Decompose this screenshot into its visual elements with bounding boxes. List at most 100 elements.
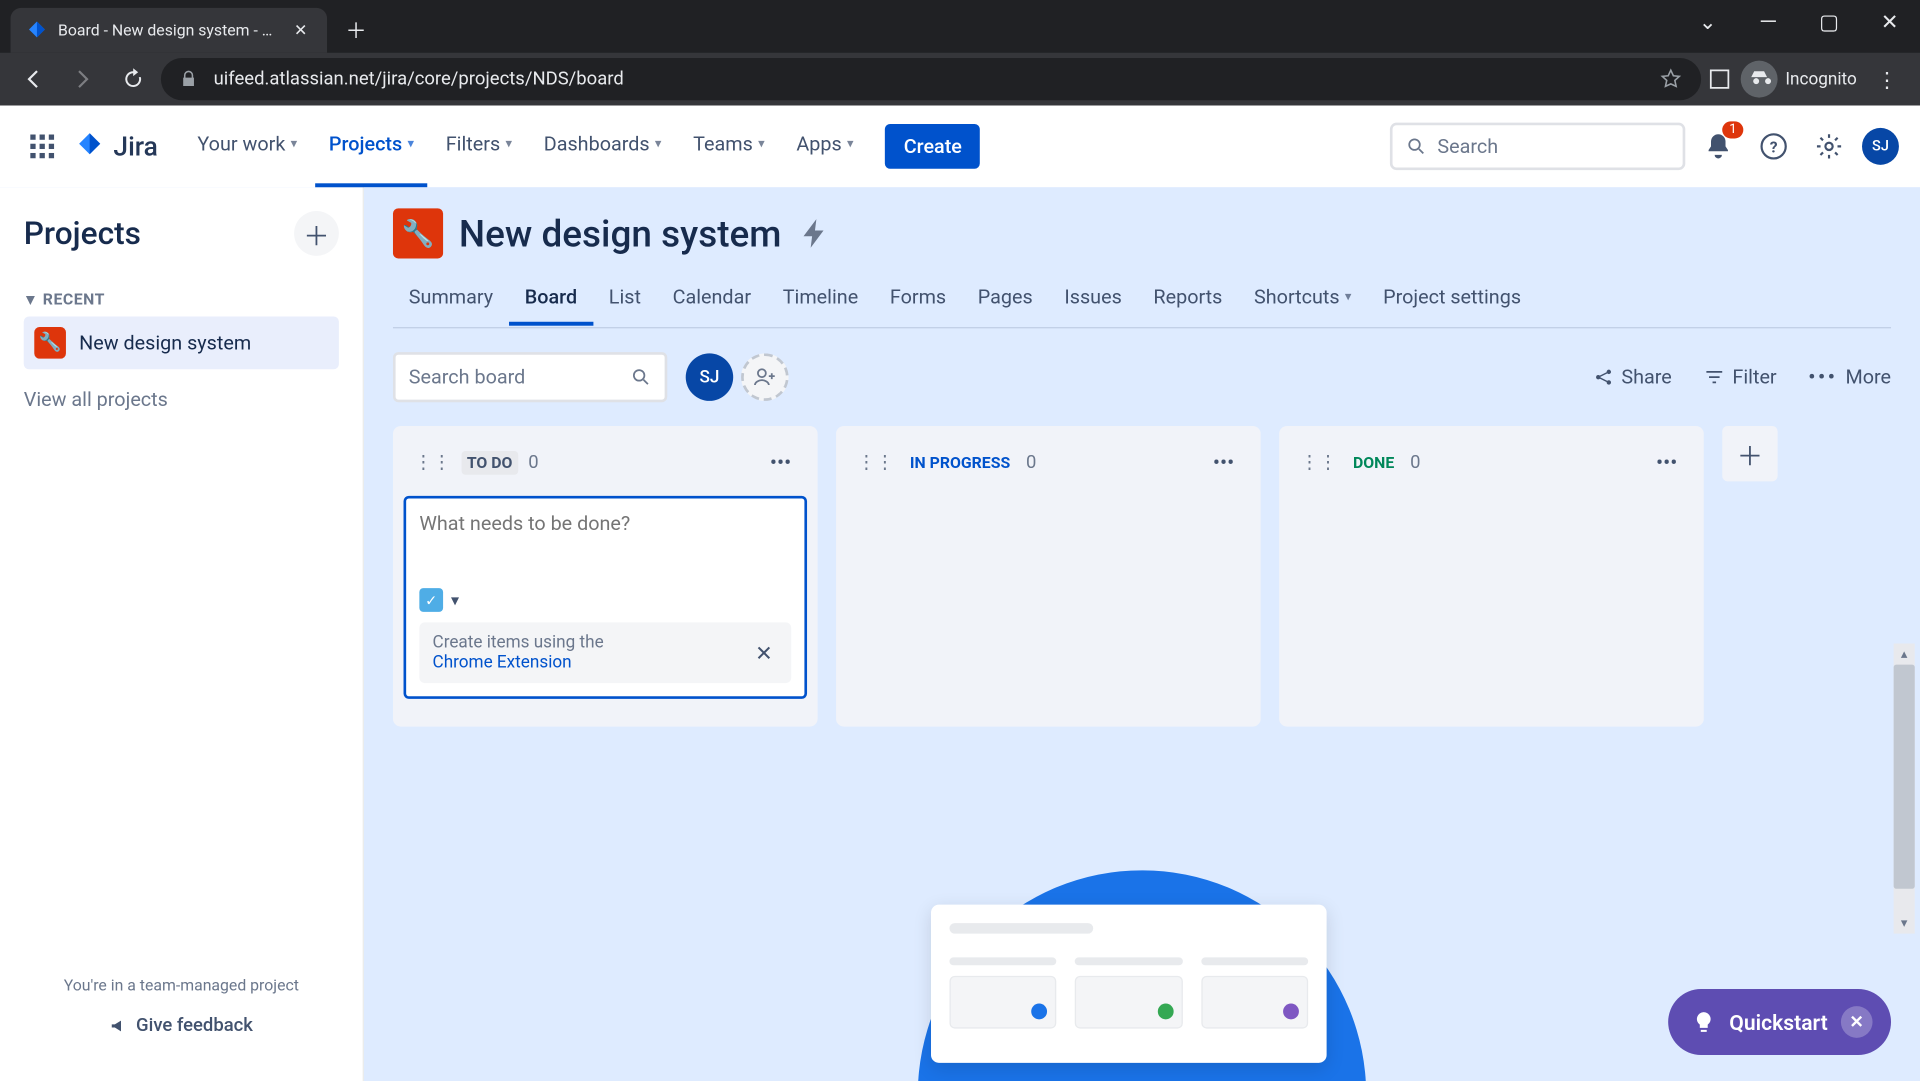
add-person-icon [753,365,777,389]
search-icon [1406,135,1427,156]
column-count: 0 [1026,452,1036,473]
automation-icon[interactable] [797,216,831,250]
project-title: New design system [459,212,782,256]
sidebar-project-name: New design system [79,331,251,355]
help-button[interactable]: ? [1751,123,1796,168]
search-icon [630,367,651,388]
megaphone-icon [110,1017,128,1035]
nav-dashboards[interactable]: Dashboards▾ [531,105,675,186]
tab-summary[interactable]: Summary [393,272,509,326]
jira-logo-icon [74,130,106,162]
search-board-placeholder: Search board [409,365,525,389]
tab-shortcuts[interactable]: Shortcuts ▾ [1238,272,1367,326]
nav-teams[interactable]: Teams▾ [680,105,778,186]
url-text: uifeed.atlassian.net/jira/core/projects/… [214,69,1643,90]
minimize-button[interactable]: ─ [1738,0,1799,42]
incognito-label: Incognito [1785,69,1856,89]
column-in-progress: ⋮⋮ IN PROGRESS 0 ••• [836,426,1261,727]
incognito-icon [1741,61,1778,98]
column-more-icon[interactable]: ••• [765,444,797,480]
profile-avatar[interactable]: SJ [1862,127,1899,164]
chrome-extension-hint: Create items using theChrome Extension✕ [419,622,791,683]
create-button[interactable]: Create [885,123,980,168]
tab-list[interactable]: List [593,272,657,326]
column-to-do: ⋮⋮TO DO0•••✓▾Create items using theChrom… [393,426,818,727]
card-summary-input[interactable] [419,512,791,575]
tab-search-icon[interactable]: ⌄ [1677,0,1738,42]
forward-button[interactable] [61,57,106,102]
create-project-button[interactable]: ＋ [294,211,339,256]
quickstart-button[interactable]: Quickstart ✕ [1669,989,1891,1055]
hint-close-icon[interactable]: ✕ [750,635,778,671]
bookmark-star-icon[interactable] [1659,67,1683,91]
tab-project-settings[interactable]: Project settings [1367,272,1537,326]
help-icon: ? [1759,131,1788,160]
column-more-icon[interactable]: ••• [1208,444,1240,480]
browser-menu-icon[interactable]: ⋮ [1865,57,1910,102]
close-window-button[interactable]: ✕ [1859,0,1920,42]
nav-apps[interactable]: Apps▾ [783,105,867,186]
more-icon: ••• [1808,365,1837,389]
address-bar[interactable]: uifeed.atlassian.net/jira/core/projects/… [161,58,1701,100]
tab-pages[interactable]: Pages [962,272,1049,326]
nav-your-work[interactable]: Your work▾ [184,105,310,186]
tab-timeline[interactable]: Timeline [767,272,874,326]
maximize-button[interactable]: ▢ [1799,0,1860,42]
quickstart-close-icon[interactable]: ✕ [1841,1006,1873,1038]
nav-projects[interactable]: Projects▾ [316,105,428,186]
global-search[interactable]: Search [1390,122,1685,169]
browser-tab[interactable]: Board - New design system - Jira ✕ [11,8,327,53]
assignee-avatar[interactable]: SJ [686,353,733,400]
sidebar-project-item[interactable]: 🔧 New design system [24,316,339,369]
notifications-button[interactable]: 1 [1696,123,1741,168]
incognito-indicator[interactable]: Incognito [1741,61,1857,98]
tab-forms[interactable]: Forms [874,272,962,326]
quickstart-label: Quickstart [1729,1009,1827,1034]
issue-type-icon[interactable]: ✓ [419,588,443,612]
sidebar-group-recent[interactable]: ▾RECENT [24,282,339,316]
tab-calendar[interactable]: Calendar [657,272,767,326]
app-switcher-button[interactable] [21,125,63,167]
browser-tab-bar: Board - New design system - Jira ✕ ＋ [0,0,1920,53]
chrome-extension-link[interactable]: Chrome Extension [433,653,572,673]
drag-handle-icon[interactable]: ⋮⋮ [857,452,894,473]
create-card[interactable]: ✓▾Create items using theChrome Extension… [404,496,808,699]
chevron-down-icon[interactable]: ▾ [451,591,459,609]
new-tab-button[interactable]: ＋ [338,11,375,48]
give-feedback-link[interactable]: Give feedback [26,1007,336,1044]
jira-logo[interactable]: Jira [74,130,158,162]
project-tabs: SummaryBoardListCalendarTimelineFormsPag… [393,272,1891,329]
more-button[interactable]: •••More [1808,365,1891,389]
nav-filters[interactable]: Filters▾ [433,105,526,186]
search-board-input[interactable]: Search board [393,352,667,402]
close-tab-icon[interactable]: ✕ [290,20,311,41]
settings-button[interactable] [1807,123,1852,168]
filter-icon [1703,367,1724,388]
tab-issues[interactable]: Issues [1049,272,1138,326]
board-scrollbar[interactable]: ▴▾ [1894,644,1915,934]
sidebar-heading: Projects [24,215,141,252]
projects-sidebar: Projects ＋ ▾RECENT 🔧 New design system V… [0,187,364,1081]
share-button[interactable]: Share [1592,365,1671,389]
drag-handle-icon[interactable]: ⋮⋮ [1300,452,1337,473]
back-button[interactable] [11,57,56,102]
column-title: IN PROGRESS [905,450,1016,474]
project-avatar: 🔧 [393,208,443,258]
column-count: 0 [528,452,538,473]
empty-state-illustration [918,870,1366,1081]
add-people-button[interactable] [741,353,788,400]
notification-badge: 1 [1723,121,1744,138]
jira-favicon [26,20,47,41]
drag-handle-icon[interactable]: ⋮⋮ [414,452,451,473]
column-count: 0 [1410,452,1420,473]
view-all-projects-link[interactable]: View all projects [13,377,349,422]
chevron-down-icon: ▾ [26,290,34,308]
jira-wordmark: Jira [113,130,157,162]
column-more-icon[interactable]: ••• [1651,444,1683,480]
extensions-icon[interactable] [1706,66,1732,92]
filter-button[interactable]: Filter [1703,365,1776,389]
tab-reports[interactable]: Reports [1138,272,1239,326]
tab-board[interactable]: Board [509,272,593,326]
add-column-button[interactable]: ＋ [1722,426,1777,481]
reload-button[interactable] [111,57,156,102]
